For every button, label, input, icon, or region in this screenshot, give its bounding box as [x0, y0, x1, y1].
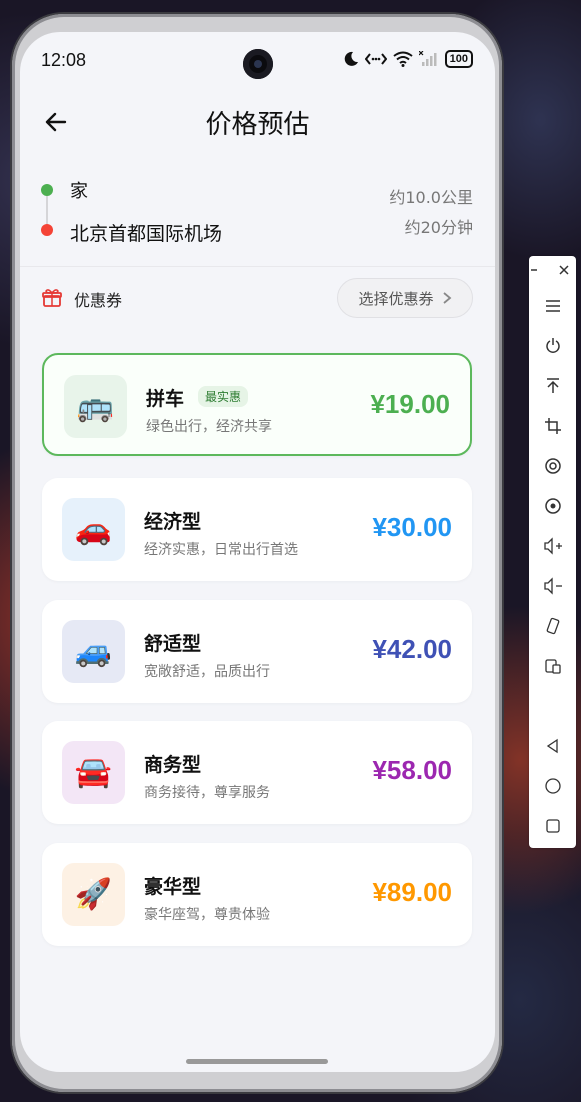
- bus-icon: 🚌: [64, 375, 127, 438]
- destination-dot: [41, 224, 53, 236]
- back-icon[interactable]: [529, 732, 576, 760]
- ride-desc: 经济实惠，日常出行首选: [144, 542, 298, 558]
- ride-desc: 商务接待，尊享服务: [144, 785, 270, 801]
- origin-dot: [41, 184, 53, 196]
- status-bar: 12:08 100: [20, 32, 495, 88]
- ride-name: 经济型: [144, 511, 202, 533]
- ride-price: ¥30.00: [372, 512, 452, 542]
- car-icon: 🚗: [62, 498, 125, 561]
- power-icon[interactable]: [529, 332, 576, 360]
- ride-option-luxury[interactable]: 🚀 豪华型 豪华座驾，尊贵体验 ¥89.00: [42, 843, 472, 946]
- ride-name: 拼车: [146, 388, 185, 410]
- crop-icon[interactable]: [529, 412, 576, 440]
- gift-icon: [42, 289, 62, 307]
- status-time: 12:08: [41, 50, 87, 70]
- battery-icon: 100: [444, 50, 473, 68]
- status-icons: 100: [343, 50, 473, 68]
- select-coupon-label: 选择优惠券: [358, 289, 434, 308]
- ride-name: 豪华型: [144, 876, 202, 898]
- sedan-icon: 🚘: [62, 741, 125, 804]
- data-transfer-icon: [364, 53, 387, 65]
- ride-name: 舒适型: [144, 633, 202, 655]
- destination-label: 北京首都国际机场: [70, 223, 223, 245]
- ride-option-economy[interactable]: 🚗 经济型 经济实惠，日常出行首选 ¥30.00: [42, 478, 472, 581]
- route-section: 家 北京首都国际机场 约10.0公里 约20分钟: [20, 162, 495, 267]
- route-connector: [46, 196, 48, 224]
- ride-desc: 豪华座驾，尊贵体验: [144, 907, 270, 923]
- rotate-icon[interactable]: [529, 612, 576, 640]
- pin-top-icon[interactable]: [529, 372, 576, 400]
- home-icon[interactable]: [529, 772, 576, 800]
- section-divider: [20, 266, 495, 267]
- recents-icon[interactable]: [529, 812, 576, 840]
- select-coupon-button[interactable]: 选择优惠券: [337, 278, 473, 318]
- best-value-badge: 最实惠: [198, 386, 249, 407]
- close-icon[interactable]: [549, 256, 579, 284]
- wifi-icon: [393, 51, 413, 67]
- ride-price: ¥42.00: [372, 634, 452, 664]
- coupon-row: 优惠券 选择优惠券: [20, 278, 495, 322]
- multi-window-icon[interactable]: [529, 652, 576, 680]
- minimize-icon[interactable]: [519, 256, 549, 284]
- origin-label: 家: [70, 181, 88, 202]
- side-toolbar: [529, 256, 576, 848]
- volume-down-icon[interactable]: [529, 572, 576, 600]
- rocket-icon: 🚀: [62, 863, 125, 926]
- trip-duration: 约20分钟: [404, 218, 473, 237]
- page-title: 价格预估: [205, 110, 310, 140]
- suv-icon: 🚙: [62, 620, 125, 683]
- trip-distance: 约10.0公里: [389, 188, 473, 207]
- ride-option-business[interactable]: 🚘 商务型 商务接待，尊享服务 ¥58.00: [42, 721, 472, 824]
- nav-header: 价格预估: [20, 94, 495, 154]
- ride-name: 商务型: [144, 754, 202, 776]
- app-screen: 12:08 100 价格预估 家 北京首都国际机场 约10.0公里 约20分钟 …: [20, 32, 495, 1072]
- ride-option-carpool[interactable]: 🚌 拼车 最实惠 绿色出行，经济共享 ¥19.00: [42, 353, 472, 456]
- ride-price: ¥58.00: [372, 755, 452, 785]
- record-icon[interactable]: [529, 452, 576, 480]
- moon-icon: [344, 51, 358, 66]
- ride-option-comfort[interactable]: 🚙 舒适型 宽敞舒适，品质出行 ¥42.00: [42, 600, 472, 703]
- ride-desc: 绿色出行，经济共享: [146, 419, 272, 435]
- screenshot-icon[interactable]: [529, 492, 576, 520]
- coupon-label: 优惠券: [74, 291, 123, 310]
- volume-up-icon[interactable]: [529, 532, 576, 560]
- menu-icon[interactable]: [529, 292, 576, 320]
- front-camera: [243, 49, 273, 79]
- ride-desc: 宽敞舒适，品质出行: [144, 664, 270, 680]
- home-indicator[interactable]: [186, 1059, 328, 1064]
- ride-price: ¥19.00: [370, 389, 450, 419]
- ride-price: ¥89.00: [372, 877, 452, 907]
- signal-icon: [418, 51, 437, 66]
- chevron-right-icon: [442, 292, 451, 304]
